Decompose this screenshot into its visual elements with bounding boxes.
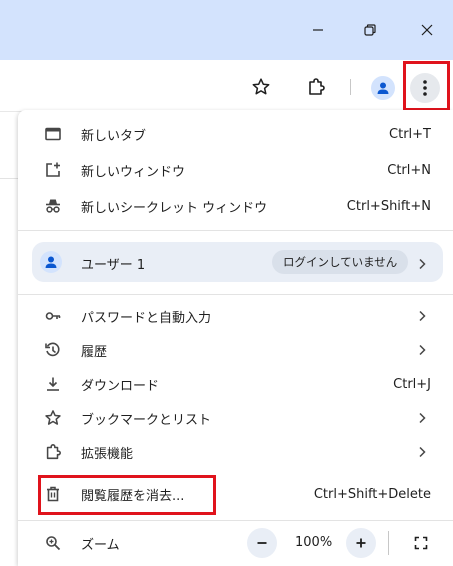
chevron-right-icon [418, 255, 426, 274]
close-button[interactable] [407, 14, 447, 46]
menu-item-extensions[interactable]: 拡張機能 [18, 434, 453, 470]
star-icon [43, 408, 63, 428]
download-icon [43, 374, 63, 394]
menu-item-passwords[interactable]: パスワードと自動入力 [18, 298, 453, 334]
toolbar-separator [350, 79, 351, 95]
highlight-box-menu-button [403, 61, 450, 111]
minus-icon [257, 542, 267, 544]
restore-icon [364, 24, 376, 36]
person-icon [377, 82, 389, 94]
fullscreen-icon [414, 536, 428, 550]
menu-item-new-tab[interactable]: 新しいタブ Ctrl+T [18, 116, 453, 152]
menu-item-profile[interactable]: ユーザー 1 ログインしていません [32, 242, 443, 282]
plus-icon [356, 538, 366, 548]
page-background [0, 112, 18, 566]
key-icon [43, 306, 63, 326]
highlight-box-clear-browsing-data [38, 475, 216, 515]
profile-status-badge: ログインしていません [272, 250, 409, 274]
menu-divider [18, 520, 453, 521]
chevron-right-icon [417, 309, 427, 323]
extensions-button[interactable] [303, 74, 329, 100]
menu-item-new-incognito[interactable]: 新しいシークレット ウィンドウ Ctrl+Shift+N [18, 188, 453, 224]
minimize-button[interactable] [298, 14, 338, 46]
avatar [40, 251, 62, 273]
chevron-right-icon [417, 343, 427, 357]
person-icon [45, 256, 57, 268]
menu-item-shortcut: Ctrl+Shift+Delete [313, 486, 431, 502]
menu-divider [18, 230, 453, 231]
minimize-icon [313, 29, 323, 31]
close-icon [421, 24, 433, 36]
chevron-right-icon [417, 411, 427, 425]
menu-item-label: ブックマークとリスト [81, 412, 212, 428]
new-window-icon [43, 160, 63, 180]
zoom-level: 100% [295, 535, 333, 550]
menu-item-label: 新しいウィンドウ [81, 164, 186, 180]
menu-item-shortcut: Ctrl+N [387, 162, 431, 178]
menu-item-history[interactable]: 履歴 [18, 332, 453, 368]
puzzle-icon [309, 78, 325, 95]
history-icon [43, 340, 63, 360]
bookmark-star-button[interactable] [248, 74, 274, 100]
zoom-out-button[interactable] [247, 528, 277, 558]
menu-item-label: パスワードと自動入力 [81, 310, 212, 326]
fullscreen-button[interactable] [409, 531, 433, 555]
menu-item-shortcut: Ctrl+Shift+N [346, 198, 431, 214]
menu-item-shortcut: Ctrl+T [389, 126, 431, 142]
profile-name: ユーザー 1 [81, 258, 146, 273]
new-tab-icon [43, 124, 63, 144]
menu-item-label: ダウンロード [81, 378, 160, 394]
menu-item-downloads[interactable]: ダウンロード Ctrl+J [18, 366, 453, 402]
restore-button[interactable] [350, 14, 390, 46]
menu-divider [18, 294, 453, 295]
zoom-separator [388, 531, 389, 555]
menu-item-label: 新しいシークレット ウィンドウ [81, 200, 268, 216]
incognito-icon [43, 196, 63, 216]
zoom-icon [43, 533, 63, 553]
star-icon [252, 78, 270, 95]
profile-button[interactable] [371, 76, 395, 100]
chevron-right-icon [417, 445, 427, 459]
puzzle-icon [43, 442, 63, 462]
menu-item-label: 拡張機能 [81, 446, 134, 462]
menu-item-new-window[interactable]: 新しいウィンドウ Ctrl+N [18, 152, 453, 188]
menu-item-shortcut: Ctrl+J [393, 376, 431, 392]
menu-item-label: 履歴 [81, 344, 108, 360]
menu-item-label: 新しいタブ [81, 128, 147, 144]
menu-item-label: ズーム [81, 537, 120, 553]
zoom-in-button[interactable] [346, 528, 376, 558]
menu-item-bookmarks[interactable]: ブックマークとリスト [18, 400, 453, 436]
